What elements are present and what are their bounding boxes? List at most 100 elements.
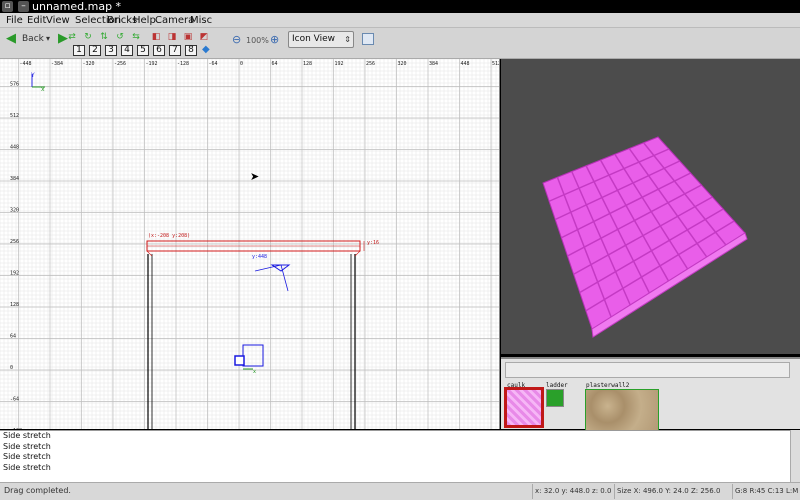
rotate-x-icon[interactable]: ↻ [82,31,94,43]
window-menu-icon[interactable]: ▫ [2,1,13,12]
x-tick-label: -384 [51,61,63,67]
y-tick-label: -128 [10,428,22,429]
flip-z-icon[interactable]: ⇆ [130,31,142,43]
grid-view-2d[interactable]: -512-448-384-320-256-192-128-64064128192… [0,59,500,429]
axis-y-label: Y [31,72,35,79]
texture-label-ladder: ladder [546,382,568,389]
clipper-icon[interactable]: ◩ [198,31,210,43]
x-tick-label: -320 [83,61,95,67]
y-tick-label: -64 [10,397,19,403]
texture-label-plasterwall2: plasterwall2 [586,382,630,389]
texture-browser: caulk ladder plasterwall2 [501,357,800,431]
y-tick-label: 576 [10,82,19,88]
flip-y-icon[interactable]: ⇅ [98,31,110,43]
chevron-updown-icon: ⇕ [344,35,351,44]
y-tick-label: 512 [10,113,19,119]
x-tick-label: 192 [335,61,344,67]
x-tick-label: 320 [398,61,407,67]
status-message: Drag completed. [4,486,71,495]
x-tick-label: 256 [366,61,375,67]
console-line: Side stretch [3,452,51,461]
camera-marker [270,264,291,272]
texture-ladder[interactable] [546,389,564,407]
axis-x-label: x [41,86,45,93]
console-scrollbar[interactable] [790,430,800,482]
mouse-cursor-icon: ➤ [250,170,260,183]
brush-height-label: y:16 [367,240,380,246]
status-bar: Drag completed. x: 32.0 y: 448.0 z: 0.0 … [0,482,800,500]
view-mode-value: Icon View [292,34,336,44]
back-arrow-icon: ◀ [6,31,16,46]
y-tick-label: 0 [10,365,13,371]
menu-bar: File Edit View Selection Bricks Help Cam… [0,13,800,28]
x-tick-label: 64 [272,61,278,67]
zoom-in-icon[interactable]: ⊕ [270,33,279,46]
y-tick-label: 192 [10,271,19,277]
x-tick-label: 512 [492,61,500,67]
console-line: Side stretch [3,431,51,440]
origin-x-label: x [253,369,256,375]
y-tick-label: 384 [10,176,19,182]
y-tick-label: 256 [10,239,19,245]
origin-entity-handle [234,355,245,366]
minimize-icon[interactable]: – [18,1,29,12]
chevron-down-icon[interactable]: ▾ [46,34,50,43]
x-tick-label: 384 [429,61,438,67]
x-tick-label: 448 [461,61,470,67]
brush-2-button[interactable]: 2 [89,45,101,56]
status-size: Size X: 496.0 Y: 24.0 Z: 256.0 [614,484,732,499]
console-log: Side stretch Side stretch Side stretch S… [0,430,790,482]
texture-plasterwall2[interactable] [585,389,659,431]
rotate-y-icon[interactable]: ↺ [114,31,126,43]
x-tick-label: 0 [240,61,243,67]
back-label: Back [22,34,44,44]
camera-label: y:448 [252,254,268,260]
view-mode-select[interactable]: Icon View ⇕ [288,31,354,48]
brush-6-button[interactable]: 6 [153,45,165,56]
x-tick-label: -256 [114,61,126,67]
y-tick-label: 320 [10,208,19,214]
status-coords: x: 32.0 y: 448.0 z: 0.0 [532,484,614,499]
brush-coords-label: (x:-208 y:208) [148,233,191,239]
brush-5-button[interactable]: 5 [137,45,149,56]
camera-view-3d[interactable] [501,59,800,354]
x-tick-label: -448 [20,61,32,67]
brush-1-button[interactable]: 1 [73,45,85,56]
texture-caulk[interactable] [504,387,544,428]
texture-filter-input[interactable] [505,362,790,378]
preferences-icon[interactable] [362,33,374,45]
x-tick-label: -192 [146,61,158,67]
status-grid: G:8 R:45 C:13 L:M [732,484,800,499]
menu-camera[interactable]: Camera [155,13,194,28]
brush-3-button[interactable]: 3 [105,45,117,56]
y-tick-label: 448 [10,145,19,151]
x-tick-label: 128 [303,61,312,67]
y-tick-label: 64 [10,334,16,340]
entity-icon[interactable]: ◆ [202,44,210,55]
title-bar: ▫ – unnamed.map * [0,0,800,13]
zoom-out-icon[interactable]: ⊖ [232,33,241,46]
menu-view[interactable]: View [46,13,70,28]
menu-edit[interactable]: Edit [27,13,46,28]
menu-misc[interactable]: Misc [190,13,212,28]
brush-4-button[interactable]: 4 [121,45,133,56]
toolbar: ◀ Back ▾ ▶ ⇄ ↻ ⇅ ↺ ⇆ ◧ ◨ ▣ ◩ 1 2 3 4 5 6… [0,28,800,59]
window-title: unnamed.map * [32,0,122,13]
hollow-icon[interactable]: ▣ [182,31,194,43]
x-tick-label: -128 [177,61,189,67]
console-line: Side stretch [3,441,51,451]
x-tick-label: -64 [209,61,218,67]
brush-8-button[interactable]: 8 [185,45,197,56]
menu-help[interactable]: Help [133,13,156,28]
camera-canvas[interactable] [501,59,800,354]
zoom-level: 100% [246,36,269,45]
flip-x-icon[interactable]: ⇄ [66,31,78,43]
back-button[interactable]: ◀ Back ▾ [4,32,54,48]
y-tick-label: 128 [10,302,19,308]
console-line: Side stretch [3,462,51,472]
csg-merge-icon[interactable]: ◨ [166,31,178,43]
menu-file[interactable]: File [6,13,23,28]
brush-7-button[interactable]: 7 [169,45,181,56]
csg-subtract-icon[interactable]: ◧ [150,31,162,43]
grid-canvas[interactable]: -512-448-384-320-256-192-128-64064128192… [0,59,500,429]
